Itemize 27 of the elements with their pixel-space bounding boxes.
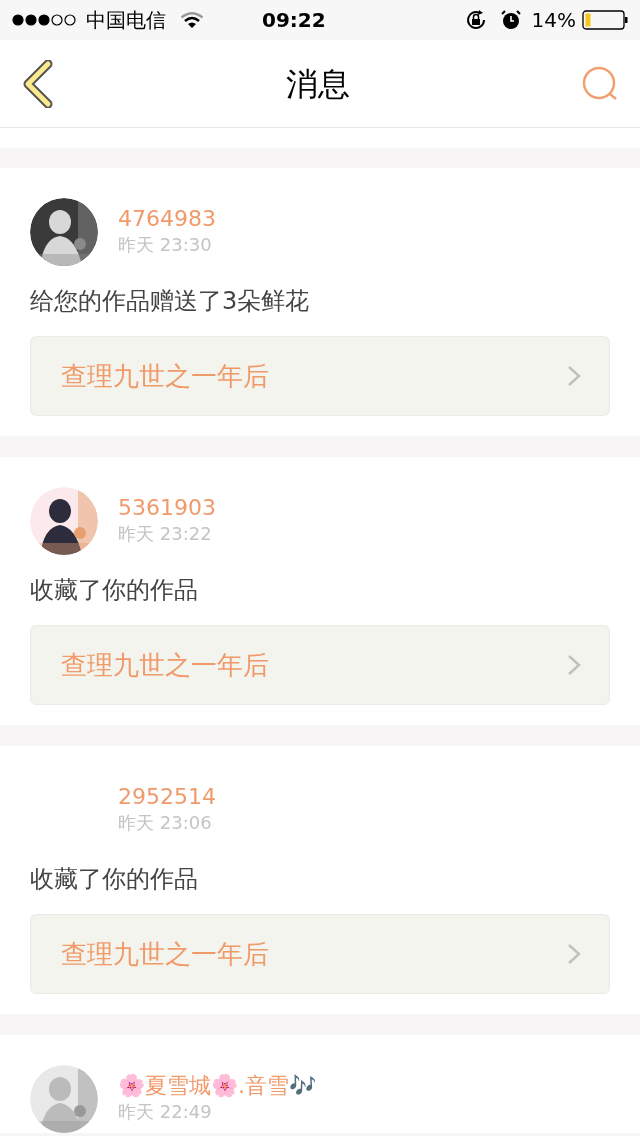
user-name[interactable]: 5361903 (118, 494, 216, 522)
message-time: 昨天 23:06 (118, 811, 213, 835)
work-link[interactable]: 查理九世之一年后 (30, 336, 610, 416)
message-text: 给您的作品赠送了3朵鲜花 (30, 286, 311, 316)
back-icon (22, 59, 54, 108)
page-title: 消息 (286, 63, 350, 105)
user-name[interactable]: 2952514 (118, 783, 216, 811)
message-time: 昨天 23:22 (118, 522, 213, 546)
chevron-right-icon (567, 654, 581, 676)
signal-icon (12, 14, 78, 26)
user-name[interactable]: 🌸夏雪城🌸.音雪🎶 (118, 1072, 316, 1100)
search-icon (581, 64, 619, 103)
alarm-icon (499, 9, 522, 31)
chevron-right-icon (567, 365, 581, 387)
message-time: 昨天 22:49 (118, 1100, 213, 1124)
chevron-right-icon (567, 943, 581, 965)
message-text: 收藏了你的作品 (30, 575, 199, 605)
user-name[interactable]: 4764983 (118, 205, 216, 233)
battery-icon (582, 10, 628, 30)
work-link[interactable]: 查理九世之一年后 (30, 914, 610, 994)
message-text: 收藏了你的作品 (30, 864, 199, 894)
work-link[interactable]: 查理九世之一年后 (30, 625, 610, 705)
battery-percent: 14% (531, 7, 576, 34)
wifi-icon (180, 11, 204, 29)
carrier-name: 中国电信 (86, 7, 166, 34)
message-time: 昨天 23:30 (118, 233, 213, 257)
clock-time: 09:22 (262, 7, 326, 34)
